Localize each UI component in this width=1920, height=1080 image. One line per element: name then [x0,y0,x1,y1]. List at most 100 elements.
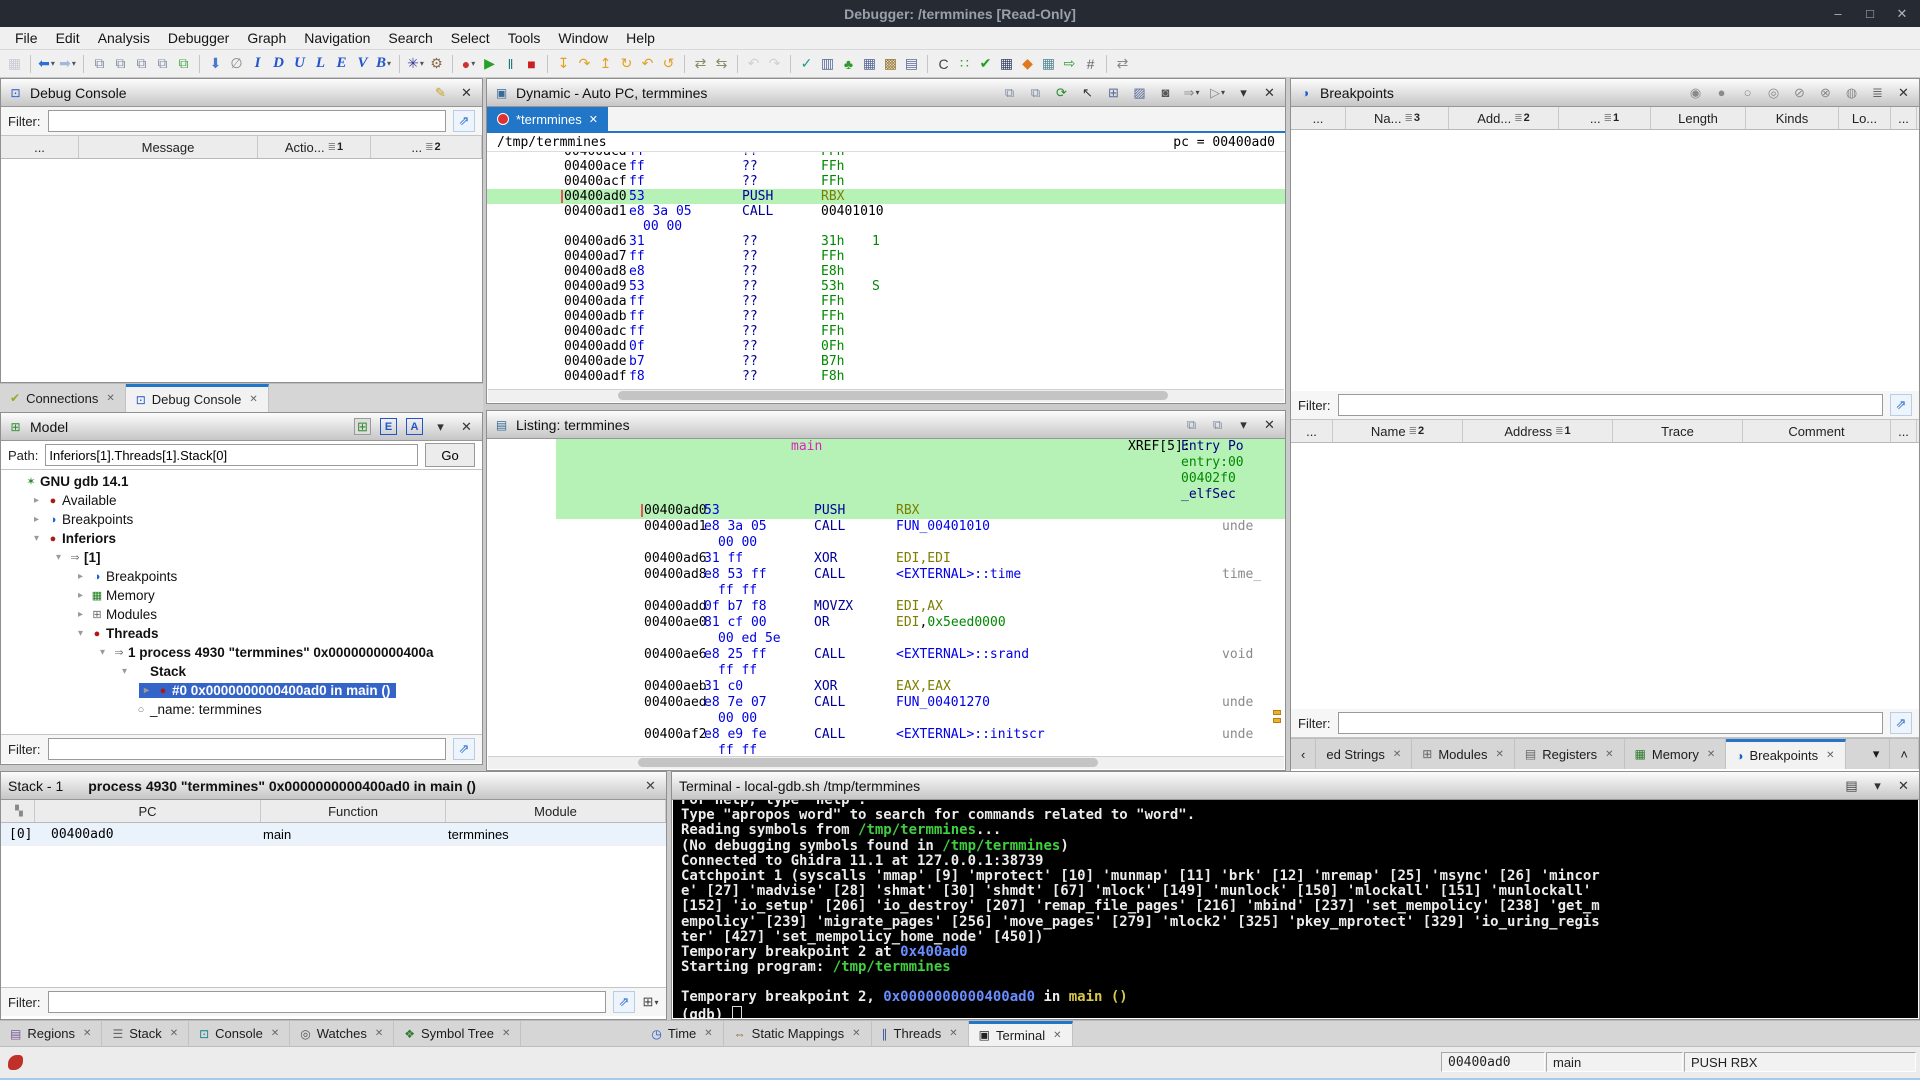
breakpoints-column-header[interactable]: ... ≣ 1 [1559,107,1651,129]
tab-symbol-tree[interactable]: ❖ Symbol Tree ✕ [394,1021,522,1046]
validate-icon[interactable]: ✓ [796,53,817,75]
filter-options-button[interactable]: ⇗ [453,738,475,760]
tree-expand-icon[interactable]: ▾ [51,552,66,563]
marker-i-icon[interactable]: I [247,53,268,75]
close-icon[interactable]: ✕ [1053,1030,1061,1041]
table-goto-icon[interactable]: ▦ [1038,53,1059,75]
disassembly-row[interactable]: 00400adc ff?? FFh [487,324,1285,339]
tab-terminal[interactable]: ▣ Terminal ✕ [968,1021,1073,1046]
disassembly-row[interactable]: 00400ad8 e8 53 ff CALL <EXTERNAL>::time time… [487,567,1285,583]
disassembly-row[interactable]: 00400ae6 e8 25 ff CALL <EXTERNAL>::srand voi… [487,647,1285,663]
breakpoint-locations-column-header[interactable]: ... [1291,420,1333,442]
step-over-icon[interactable]: ↷ [574,53,595,75]
diamond-icon[interactable]: ◆ [1017,53,1038,75]
menu-graph[interactable]: Graph [238,28,295,48]
elements-mode-icon[interactable]: E [380,418,397,435]
stack-column-header[interactable]: Module [446,800,666,822]
close-icon[interactable]: ✕ [1826,750,1834,761]
disassembly-row[interactable]: 00 00 [487,711,1285,727]
close-icon[interactable]: ✕ [249,394,257,405]
digits-icon[interactable]: # [1080,53,1101,75]
undo-icon[interactable]: ↶ [743,53,764,75]
tree-expand-icon[interactable]: ▸ [29,495,44,506]
disassembly-row[interactable]: 00400aeb 31 c0 XOR EAX,EAX [487,679,1285,695]
step-forward-icon[interactable]: ↺ [658,53,679,75]
close-icon[interactable]: ✕ [1605,749,1613,760]
disassembly-row[interactable]: 00400ad8 e8?? E8h [487,264,1285,279]
model-tree-row[interactable]: ▸ ● Available [1,491,482,510]
memory-map-icon[interactable]: ▩ [880,53,901,75]
locations-filter-input[interactable] [1337,712,1883,734]
paste-icon[interactable]: ⧉ [1209,416,1226,433]
model-tree-row[interactable]: ▾ ● Inferiors [1,529,482,548]
check-circle-icon[interactable]: ✔ [975,53,996,75]
close-icon[interactable]: ✕ [458,418,475,435]
tree-expand-icon[interactable]: ▸ [73,609,88,620]
filter-options-button[interactable]: ⇗ [453,110,475,132]
terminal-menu-icon[interactable]: ▤ [1843,777,1860,794]
track-pc-icon[interactable]: ↖ [1079,84,1096,101]
filter-options-button[interactable]: ⇗ [1890,712,1912,734]
navigate-forward-icon[interactable]: ➡ ▾ [57,53,78,75]
maximize-button[interactable]: □ [1862,6,1878,21]
disassembly-row[interactable]: 00400aed e8 7e 07 CALL FUN_00401270 unde [487,695,1285,711]
dropdown-icon[interactable]: ▾ [1235,416,1252,433]
attributes-mode-icon[interactable]: A [406,418,423,435]
copy-icon[interactable]: ⧉ [1183,416,1200,433]
menu-help[interactable]: Help [617,28,664,48]
tree-expand-icon[interactable]: ▾ [29,533,44,544]
select-rows-icon[interactable]: ⊞ [1105,84,1122,101]
tree-mode-icon[interactable]: ⊞ [354,418,371,435]
close-icon[interactable]: ✕ [106,393,114,404]
close-icon[interactable]: ✕ [1393,749,1401,760]
breakpoint-locations-column-header[interactable]: Name ≣ 2 [1333,420,1463,442]
dropdown-icon[interactable]: ▾ [1869,777,1886,794]
listing-disassembly[interactable]: main XREF[5]: Entry Po entry:00 00402f0 _elfS… [487,439,1285,757]
clear-marker-icon[interactable]: ∅ [226,53,247,75]
table-arrow-icon[interactable]: ⇨ [1059,53,1080,75]
close-icon[interactable]: ✕ [949,1028,957,1039]
marker-b-icon[interactable]: B ▾ [373,53,394,75]
menu-window[interactable]: Window [549,28,617,48]
terminal-screen[interactable]: For help, type "help". Type "apropos word… [673,800,1918,1018]
close-icon[interactable]: ✕ [704,1028,712,1039]
copy-icon[interactable]: ⧉ [1001,84,1018,101]
table-settings-icon[interactable]: ⊞ ▾ [642,994,659,1011]
breakpoints-column-header[interactable]: ... [1291,107,1346,129]
enable-all-breakpoints-icon[interactable]: ◉ [1687,84,1704,101]
menu-navigation[interactable]: Navigation [295,28,379,48]
disassembly-row[interactable]: 00400ad0 53 PUSH RBX [487,189,1285,204]
marker-d-icon[interactable]: D [268,53,289,75]
disassembly-row[interactable]: 00400ade b7?? B7h [487,354,1285,369]
snapshot-camera-icon[interactable]: ◙ [1157,84,1174,101]
disassembly-row[interactable]: ff ff [487,743,1285,757]
disable-all-breakpoints-icon[interactable]: ◎ [1765,84,1782,101]
tree-expand-icon[interactable]: ▾ [117,666,132,677]
disassembly-row[interactable]: 00400acdff??FFh [487,152,1285,159]
stack-filter-input[interactable] [47,991,606,1013]
disassembly-row[interactable]: 00400af2 e8 e9 fe CALL <EXTERNAL>::initscr u… [487,727,1285,743]
table-filter-icon[interactable]: ≣ [1869,84,1886,101]
model-tree-row[interactable]: ▸ ▦ Memory [1,586,482,605]
goto-pc-icon[interactable]: ⇒ ▾ [1183,84,1200,101]
close-icon[interactable]: ✕ [502,1028,510,1039]
listing-hscrollbar[interactable] [488,756,1284,769]
tab-memory[interactable]: ▦ Memory ✕ [1625,739,1727,769]
tab-regions[interactable]: ▤ Regions ✕ [0,1021,103,1046]
menu-edit[interactable]: Edit [47,28,89,48]
disassembly-row[interactable]: 00400add 0f b7 f8 MOVZX EDI,AX [487,599,1285,615]
tab-time[interactable]: ◷ Time ✕ [641,1021,724,1046]
disassembly-row[interactable]: ff ff [487,583,1285,599]
debug-console-column-header[interactable]: Message [79,136,258,158]
cg-icon[interactable]: C [933,53,954,75]
navigate-back-icon[interactable]: ⬅ ▾ [36,53,57,75]
disassembly-row[interactable]: 00400adb ff?? FFh [487,309,1285,324]
disassembly-row[interactable]: 00 ed 5e [487,631,1285,647]
wrench-icon[interactable]: ⚙ [426,53,447,75]
menu-file[interactable]: File [6,28,47,48]
filter-options-button[interactable]: ⇗ [1890,394,1912,416]
tree-expand-icon[interactable]: ▸ [29,514,44,525]
follow-icon[interactable]: ▷ ▾ [1209,84,1226,101]
model-path-input[interactable] [45,444,418,466]
resume-icon[interactable]: ▶ [479,53,500,75]
